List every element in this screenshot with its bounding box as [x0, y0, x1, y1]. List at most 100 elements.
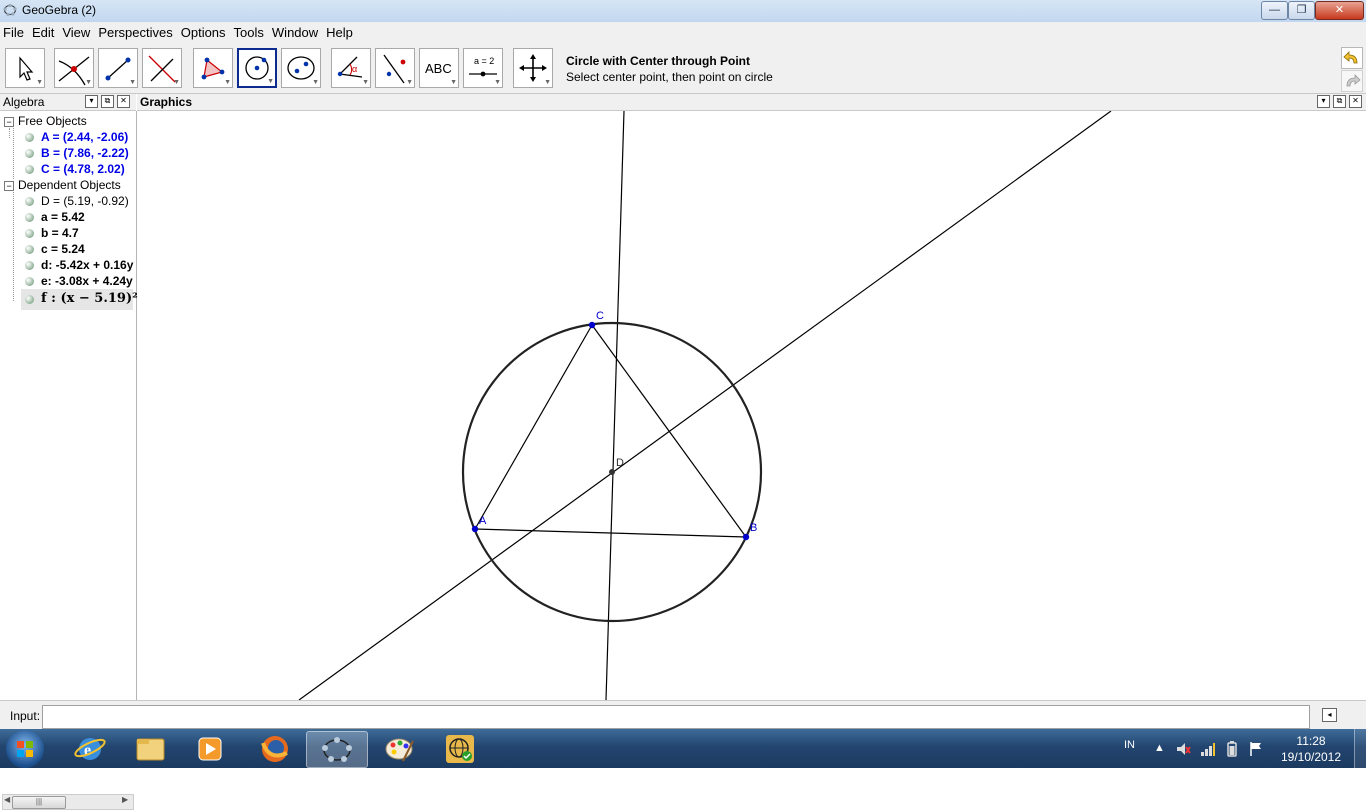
undo-icon [1343, 51, 1358, 64]
visibility-toggle-icon[interactable] [25, 197, 34, 206]
algebra-view: − Free Objects A = (2.44, -2.06) B = (7.… [0, 111, 138, 810]
algebra-item-b[interactable]: b = 4.7 [0, 226, 136, 242]
dependent-objects-folder[interactable]: − Dependent Objects [0, 178, 136, 194]
clock-time[interactable]: 11:28 [1283, 734, 1339, 748]
move-tool-button[interactable]: ▼ [5, 48, 45, 88]
minimize-button[interactable]: — [1261, 1, 1288, 20]
menu-window[interactable]: Window [268, 22, 322, 40]
title-bar: GeoGebra (2) — ❐ ✕ [0, 0, 1366, 23]
algebra-item-d[interactable]: d: -5.42x + 0.16y [0, 258, 136, 274]
show-hidden-icons-icon[interactable]: ▲ [1154, 742, 1165, 754]
toolbar: ▼ ▼ ▼ ▼ ▼ ▼ ▼ α ▼ ▼ ABC ▼ a = 2 ▼ ▼ Circle… [0, 43, 1366, 94]
taskbar: e IN ▲ 11:28 19/10/2012 [0, 729, 1366, 768]
taskbar-geogebra[interactable] [306, 731, 368, 768]
taskbar-paint[interactable] [369, 731, 429, 766]
algebra-item-c[interactable]: c = 5.24 [0, 242, 136, 258]
graphics-close-button[interactable]: ✕ [1349, 95, 1362, 108]
geogebra-app-icon [3, 3, 17, 17]
algebra-item-a[interactable]: a = 5.42 [0, 210, 136, 226]
close-button[interactable]: ✕ [1315, 1, 1364, 20]
segment-b[interactable] [591, 324, 747, 538]
perpendicular-tool-button[interactable]: ▼ [142, 48, 182, 88]
taskbar-network-app[interactable] [430, 731, 490, 766]
menu-edit[interactable]: Edit [28, 22, 58, 40]
algebra-item-D[interactable]: D = (5.19, -0.92) [0, 194, 136, 210]
algebra-item-A[interactable]: A = (2.44, -2.06) [0, 130, 136, 146]
algebra-item-e[interactable]: e: -3.08x + 4.24y [0, 274, 136, 290]
visibility-toggle-icon[interactable] [25, 133, 34, 142]
graphics-view-title: Graphics [140, 95, 193, 109]
taskbar-internet-explorer[interactable]: e [60, 731, 120, 766]
input-help-button[interactable]: ◂ [1322, 708, 1337, 722]
graphics-menu-button[interactable]: ▾ [1317, 95, 1330, 108]
point-A[interactable] [471, 525, 479, 533]
visibility-toggle-icon[interactable] [25, 229, 34, 238]
label-C: C [596, 310, 604, 322]
taskbar-firefox[interactable] [245, 731, 305, 766]
intersect-tool-button[interactable]: ▼ [54, 48, 94, 88]
media-player-icon [198, 737, 222, 761]
menu-view[interactable]: View [58, 22, 94, 40]
collapse-icon[interactable]: − [4, 117, 14, 127]
visibility-toggle-icon[interactable] [25, 165, 34, 174]
language-indicator[interactable]: IN [1124, 739, 1135, 751]
scrollbar-thumb[interactable]: ||| [12, 796, 66, 809]
move-graphics-tool-button[interactable]: ▼ [513, 48, 553, 88]
network-signal-icon[interactable] [1200, 741, 1216, 757]
segment-c[interactable] [474, 324, 593, 530]
visibility-toggle-icon[interactable] [25, 245, 34, 254]
line-e[interactable] [298, 111, 1112, 700]
menu-perspectives[interactable]: Perspectives [94, 22, 176, 40]
show-desktop-button[interactable] [1354, 729, 1366, 768]
visibility-toggle-icon[interactable] [25, 277, 34, 286]
action-center-flag-icon[interactable] [1248, 740, 1264, 758]
graphics-canvas[interactable]: A B C D [138, 111, 1366, 700]
menu-options[interactable]: Options [177, 22, 230, 40]
menu-tools[interactable]: Tools [230, 22, 268, 40]
algebra-item-f[interactable]: f : (x − 5.19)² [21, 289, 138, 310]
visibility-toggle-icon[interactable] [25, 261, 34, 270]
text-tool-label: ABC [425, 61, 452, 76]
collapse-icon[interactable]: − [4, 181, 14, 191]
angle-tool-button[interactable]: α ▼ [331, 48, 371, 88]
visibility-toggle-icon[interactable] [25, 213, 34, 222]
text-tool-button[interactable]: ABC ▼ [419, 48, 459, 88]
scroll-left-icon[interactable]: ◀ [4, 795, 10, 804]
menu-file[interactable]: File [0, 22, 28, 40]
visibility-toggle-icon[interactable] [25, 149, 34, 158]
input-field[interactable] [42, 705, 1310, 729]
free-objects-folder[interactable]: − Free Objects [0, 114, 136, 130]
start-button[interactable] [6, 730, 44, 768]
maximize-button[interactable]: ❐ [1288, 1, 1315, 20]
clock-date[interactable]: 19/10/2012 [1276, 750, 1346, 764]
graphics-undock-button[interactable]: ⧉ [1333, 95, 1346, 108]
circle-tool-button[interactable]: ▼ [237, 48, 277, 88]
graphics-view[interactable]: A B C D [138, 111, 1366, 700]
speaker-muted-icon[interactable] [1175, 741, 1191, 757]
taskbar-explorer[interactable] [120, 731, 180, 766]
line-tool-button[interactable]: ▼ [98, 48, 138, 88]
polygon-tool-button[interactable]: ▼ [193, 48, 233, 88]
menu-help[interactable]: Help [322, 22, 357, 40]
algebra-item-C[interactable]: C = (4.78, 2.02) [0, 162, 136, 178]
point-B[interactable] [742, 533, 750, 541]
algebra-view-header: Algebra ▾ ⧉ ✕ [0, 94, 136, 111]
tool-help: Select center point, then point on circl… [566, 70, 773, 84]
taskbar-media-player[interactable] [180, 731, 240, 766]
visibility-toggle-icon[interactable] [25, 295, 34, 304]
point-D[interactable] [609, 469, 615, 475]
algebra-undock-button[interactable]: ⧉ [101, 95, 114, 108]
algebra-horizontal-scrollbar[interactable]: ◀ ||| ▶ [2, 794, 134, 810]
scroll-right-icon[interactable]: ▶ [122, 795, 128, 804]
algebra-item-B[interactable]: B = (7.86, -2.22) [0, 146, 136, 162]
algebra-close-button[interactable]: ✕ [117, 95, 130, 108]
reflect-tool-button[interactable]: ▼ [375, 48, 415, 88]
slider-tool-button[interactable]: a = 2 ▼ [463, 48, 503, 88]
redo-button[interactable] [1341, 70, 1363, 92]
algebra-menu-button[interactable]: ▾ [85, 95, 98, 108]
line-d[interactable] [605, 111, 625, 700]
point-C[interactable] [588, 321, 596, 329]
conic-tool-button[interactable]: ▼ [281, 48, 321, 88]
battery-icon[interactable] [1226, 740, 1238, 758]
undo-button[interactable] [1341, 47, 1363, 69]
